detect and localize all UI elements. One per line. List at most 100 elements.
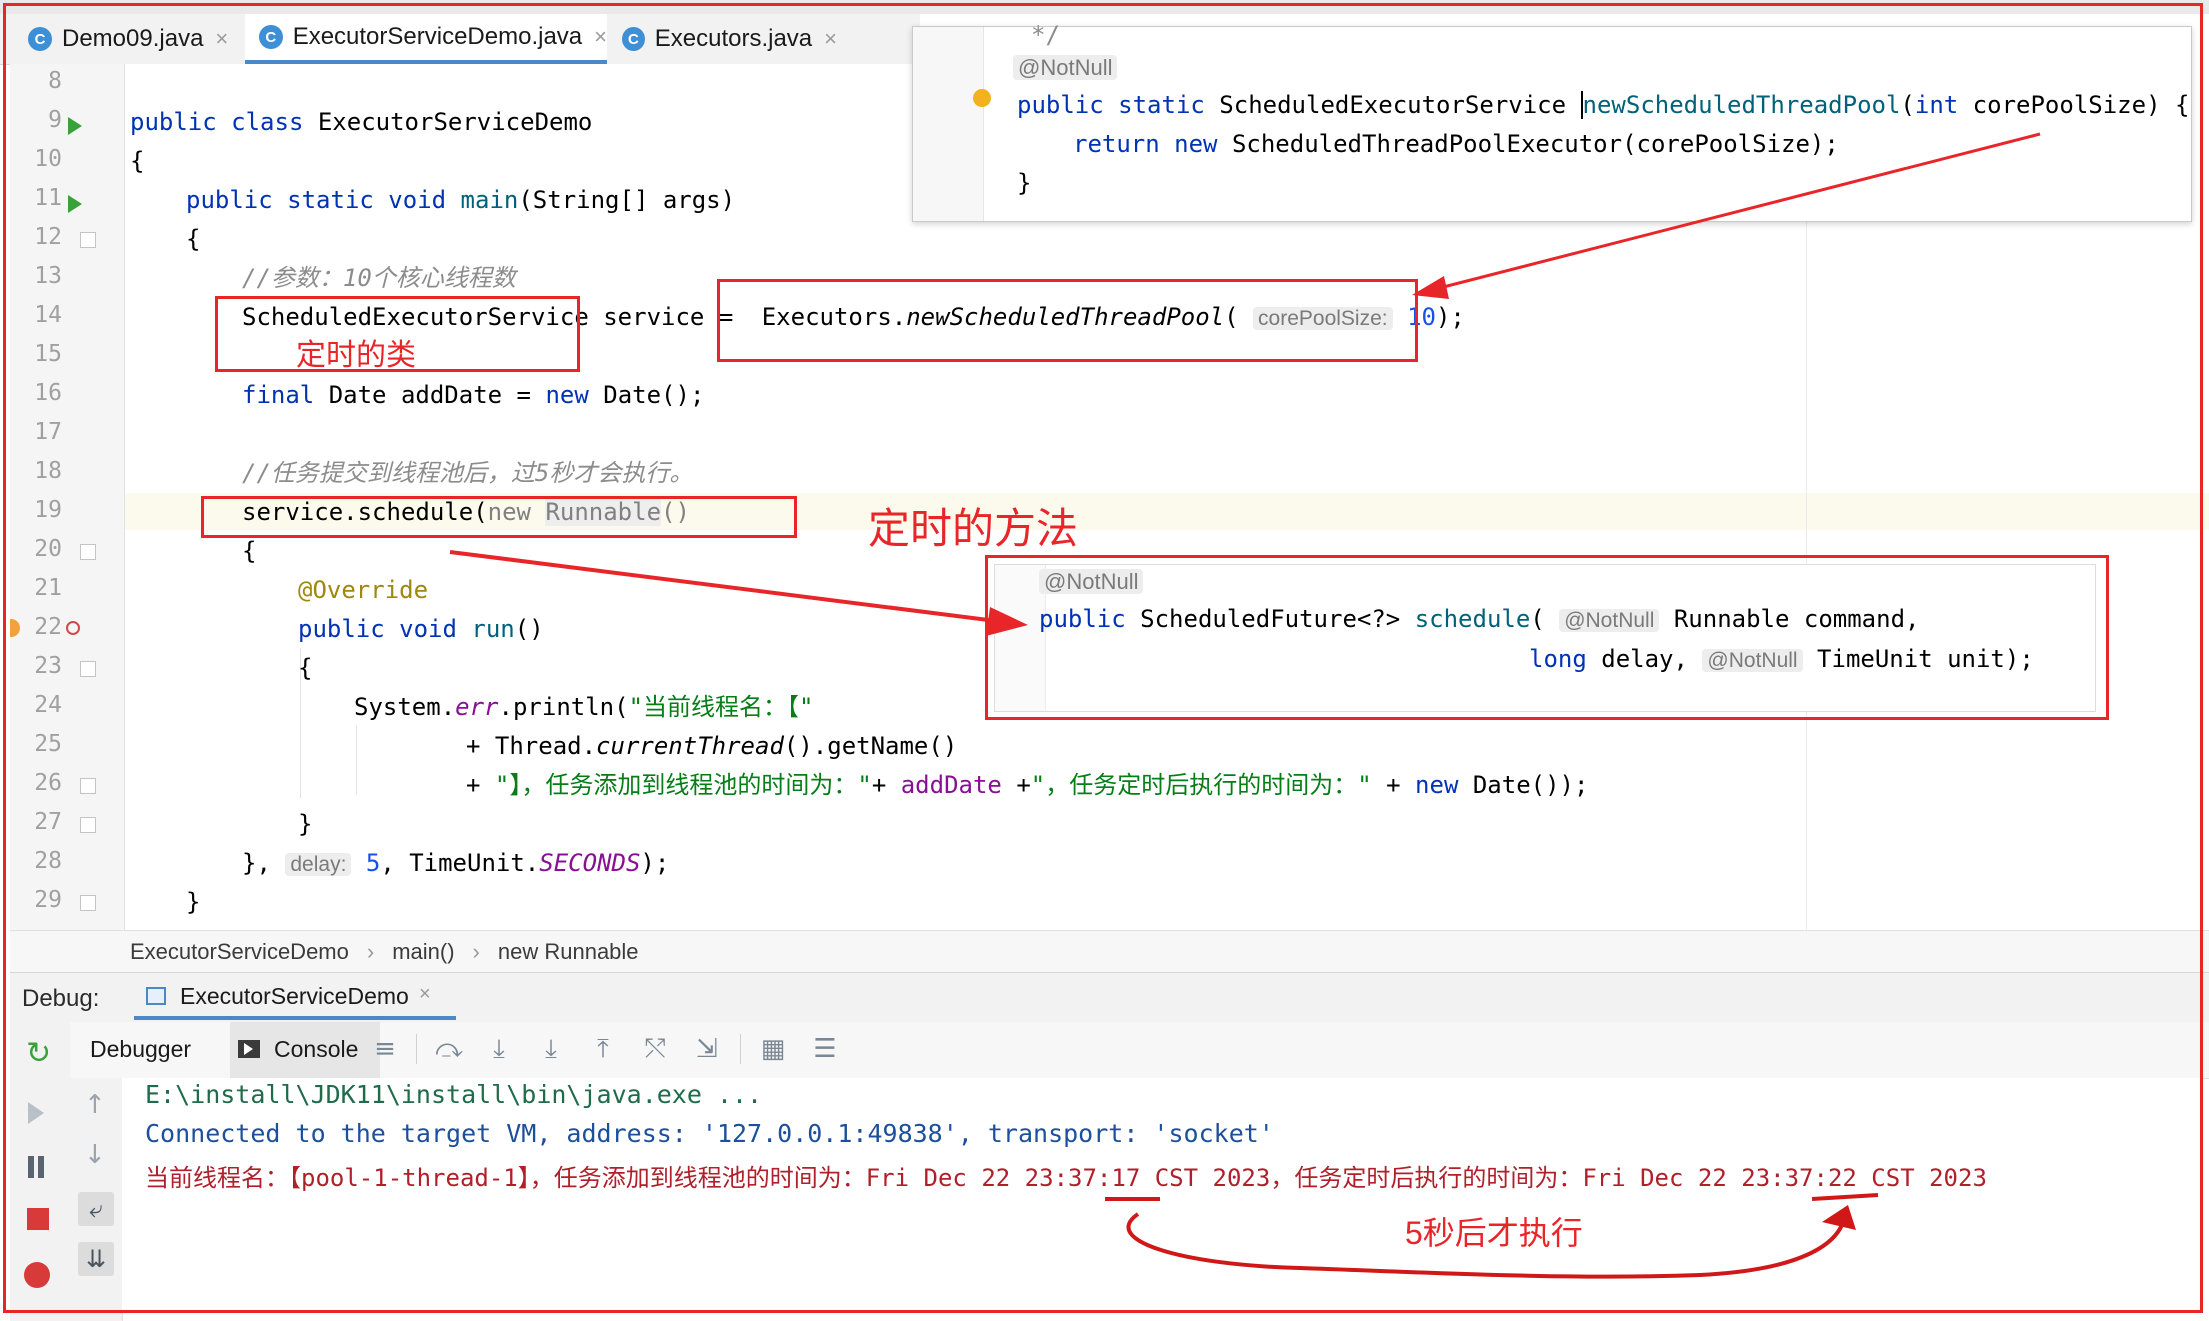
scroll-up-icon[interactable]: ↑	[84, 1090, 106, 1120]
popup-close-brace: }	[1017, 169, 1032, 197]
drop-frame-icon[interactable]: ⤲	[638, 1032, 672, 1066]
run-icon[interactable]	[68, 117, 82, 135]
line-number: 17	[34, 419, 62, 445]
params: TimeUnit unit);	[1802, 645, 2034, 673]
breakpoint-dot-icon[interactable]	[10, 619, 20, 637]
breadcrumb-item[interactable]: new Runnable	[498, 939, 639, 965]
soft-wrap-icon[interactable]: ⤶	[78, 1192, 114, 1226]
code-line-22[interactable]: public void run()	[298, 610, 544, 649]
string-literal: "当前线程名：【"	[628, 693, 814, 721]
keyword: long	[1529, 645, 1602, 673]
evaluate-expression-icon[interactable]: ▦	[756, 1032, 790, 1066]
brace: {	[130, 147, 145, 175]
method-call: ().getName()	[783, 732, 958, 760]
console-icon-arrow	[244, 1043, 253, 1055]
code-line-23[interactable]: {	[298, 649, 312, 688]
force-step-into-icon[interactable]: ⤓	[534, 1032, 568, 1066]
line-number: 15	[34, 341, 62, 367]
class-annotation-label: 定时的类	[296, 339, 416, 372]
fold-icon[interactable]	[80, 778, 96, 794]
run-icon[interactable]	[68, 195, 82, 213]
code-line-9[interactable]: public class ExecutorServiceDemo	[130, 103, 592, 142]
code-line-13[interactable]: //参数：10个核心线程数	[242, 259, 516, 298]
close-icon[interactable]: ×	[824, 26, 837, 52]
operator: +	[466, 771, 495, 799]
tab-executors[interactable]: C Executors.java ×	[622, 14, 837, 64]
keyword: public static	[1017, 91, 1220, 119]
close-icon[interactable]: ×	[419, 983, 431, 1006]
line-number: 9	[48, 107, 62, 133]
view-breakpoints-icon[interactable]	[24, 1262, 50, 1288]
tab-label: Demo09.java	[62, 25, 204, 52]
pause-icon[interactable]	[28, 1156, 34, 1178]
step-out-icon[interactable]: ⤒	[586, 1032, 620, 1066]
scroll-down-icon[interactable]: ↓	[84, 1140, 106, 1170]
scroll-to-end-icon[interactable]: ⇊	[78, 1242, 114, 1276]
code-line-24[interactable]: System.err.println("当前线程名：【"	[354, 688, 813, 727]
fold-icon[interactable]	[80, 544, 96, 560]
indent-guide	[356, 725, 357, 795]
code-line-12[interactable]: {	[186, 220, 200, 259]
fold-icon[interactable]	[80, 661, 96, 677]
bulb-icon[interactable]	[973, 89, 991, 107]
step-over-icon[interactable]: ⤼	[432, 1032, 466, 1066]
breadcrumb-item[interactable]: ExecutorServiceDemo	[130, 939, 349, 965]
line-number: 28	[34, 848, 62, 874]
code-line-28[interactable]: }, delay: 5, TimeUnit.SECONDS);	[242, 844, 669, 883]
line-number: 13	[34, 263, 62, 289]
type-name: ScheduledExecutorService	[1219, 91, 1581, 119]
breadcrumb-separator: ›	[472, 939, 480, 964]
resume-icon[interactable]	[28, 1102, 44, 1124]
annotation: @Override	[298, 576, 429, 604]
rerun-icon[interactable]: ↻	[26, 1036, 51, 1071]
line-number: 12	[34, 224, 62, 250]
tab-demo09[interactable]: C Demo09.java ×	[28, 14, 233, 64]
popup-params-line: long delay, @NotNull TimeUnit unit);	[1529, 645, 2034, 673]
trace-settings-icon[interactable]: ☰	[808, 1032, 842, 1066]
class-name: ExecutorServiceDemo	[317, 108, 593, 136]
code-line-16[interactable]: final Date addDate = new Date();	[242, 376, 704, 415]
brace: }	[298, 810, 313, 838]
tab-console-label: Console	[274, 1036, 359, 1062]
code-line-26[interactable]: + "】，任务添加到线程池的时间为："+ addDate +"，任务定时后执行的…	[466, 766, 1588, 805]
menu-icon[interactable]: ≡	[368, 1032, 402, 1066]
code-line-27[interactable]: }	[298, 805, 312, 844]
comment-end: */	[1031, 21, 1060, 49]
code-line-29[interactable]: }	[186, 883, 200, 922]
close-icon[interactable]: ×	[215, 26, 228, 52]
code-line-25[interactable]: + Thread.currentThread().getName()	[466, 727, 957, 766]
paren: );	[1435, 303, 1465, 331]
tab-debugger[interactable]: Debugger	[90, 1036, 191, 1063]
console-side-toolbar: ↑ ↓ ⤶ ⇊	[70, 1078, 123, 1321]
debug-config-tab[interactable]: ExecutorServiceDemo ×	[134, 973, 456, 1020]
brace: },	[242, 849, 286, 877]
fold-icon[interactable]	[80, 232, 96, 248]
method-name: newScheduledThreadPool	[1580, 91, 1901, 119]
fold-icon[interactable]	[80, 895, 96, 911]
override-method-icon[interactable]	[66, 621, 80, 635]
line-number: 19	[34, 497, 62, 523]
code-line-18[interactable]: //任务提交到线程池后，过5秒才会执行。	[242, 454, 693, 493]
quick-definition-popup-bottom[interactable]: @NotNull public ScheduledFuture<?> sched…	[994, 564, 2096, 712]
line-number: 11	[34, 185, 62, 211]
type-name: ScheduledFuture<?>	[1140, 605, 1415, 633]
step-into-icon[interactable]: ⤓	[482, 1032, 516, 1066]
stop-icon[interactable]	[27, 1208, 49, 1230]
code-line-10[interactable]: {	[130, 142, 144, 181]
quick-definition-popup-top[interactable]: */ @NotNull public static ScheduledExecu…	[912, 21, 2192, 222]
close-icon[interactable]: ×	[594, 24, 607, 50]
breadcrumb-item[interactable]: main()	[392, 939, 454, 965]
fold-icon[interactable]	[80, 817, 96, 833]
params: Runnable command,	[1659, 605, 1920, 633]
code-line-21[interactable]: @Override	[298, 571, 428, 610]
code-line-11[interactable]: public static void main(String[] args)	[186, 181, 735, 220]
console-output[interactable]	[122, 1078, 2202, 1310]
line-number: 22	[34, 614, 62, 640]
tab-console[interactable]: Console	[230, 1022, 380, 1078]
tab-label: Executors.java	[654, 25, 813, 52]
java-class-icon: C	[259, 25, 283, 49]
breadcrumb: ExecutorServiceDemo › main() › new Runna…	[10, 930, 2209, 973]
tab-executorservicedemo[interactable]: C ExecutorServiceDemo.java ×	[245, 14, 607, 64]
run-to-cursor-icon[interactable]: ⇲	[690, 1032, 724, 1066]
keyword: new	[1415, 771, 1473, 799]
